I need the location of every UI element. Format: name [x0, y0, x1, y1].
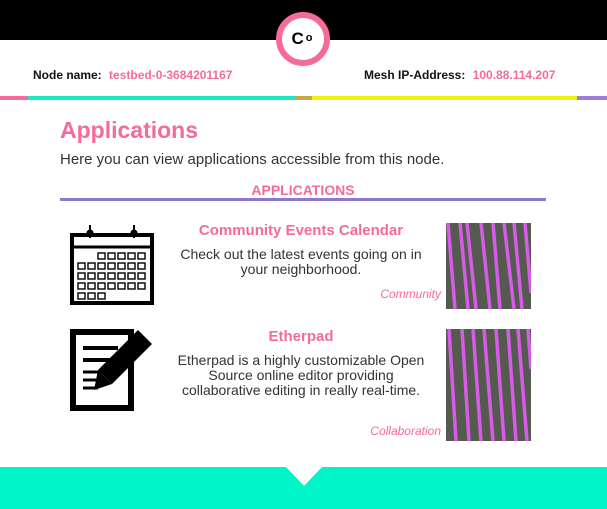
logo-letter: C: [291, 29, 304, 48]
page-title: Applications: [60, 117, 199, 143]
app-name[interactable]: Etherpad: [170, 328, 432, 345]
logo-ring: o: [305, 32, 313, 44]
app-thumbnail: [446, 223, 531, 309]
app-info: Etherpad Etherpad is a highly customizab…: [170, 328, 432, 398]
app-thumbnail: [446, 329, 531, 441]
color-stripe-yellow: [312, 96, 577, 100]
section-divider: [60, 198, 546, 201]
node-name-value: testbed-0-3684201167: [109, 68, 233, 82]
scroll-down-arrow[interactable]: [286, 467, 322, 486]
logo[interactable]: Co: [276, 12, 330, 66]
document-edit-icon: [70, 329, 152, 411]
mesh-ip-info: Mesh IP-Address: 100.88.114.207: [364, 68, 555, 82]
app-category: Community: [380, 287, 441, 301]
color-stripe-teal: [28, 96, 296, 100]
app-description: Check out the latest events going on in …: [180, 246, 422, 277]
mesh-ip-value: 100.88.114.207: [472, 68, 556, 82]
node-name-label: Node name:: [33, 68, 102, 82]
app-category: Collaboration: [370, 424, 441, 438]
color-stripe-purple: [577, 96, 607, 100]
app-card-etherpad[interactable]: Etherpad Etherpad is a highly customizab…: [60, 326, 546, 444]
color-stripe-pink: [0, 96, 28, 100]
app-name[interactable]: Community Events Calendar: [170, 222, 432, 239]
calendar-icon: [70, 225, 154, 305]
mesh-ip-label: Mesh IP-Address:: [364, 68, 466, 82]
page-subtitle: Here you can view applications accessibl…: [60, 151, 445, 168]
node-name-info: Node name: testbed-0-3684201167: [33, 68, 232, 82]
color-stripe-gold: [296, 96, 312, 100]
app-card-calendar[interactable]: Community Events Calendar Check out the …: [60, 218, 546, 313]
app-info: Community Events Calendar Check out the …: [170, 222, 432, 277]
app-description: Etherpad is a highly customizable Open S…: [177, 352, 425, 398]
section-heading: APPLICATIONS: [251, 182, 355, 198]
